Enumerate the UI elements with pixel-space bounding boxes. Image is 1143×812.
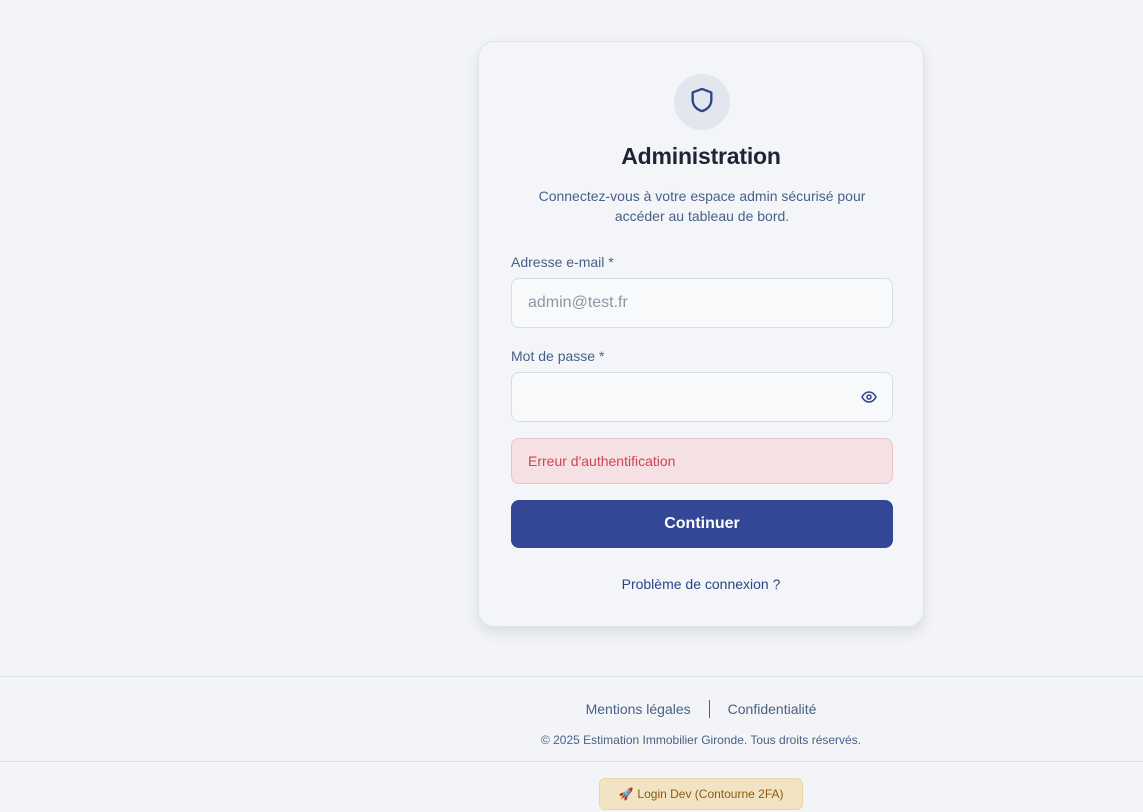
copyright-text: © 2025 Estimation Immobilier Gironde. To… bbox=[540, 733, 862, 747]
error-alert: Erreur d'authentification bbox=[511, 438, 893, 484]
legal-link[interactable]: Mentions légales bbox=[586, 701, 691, 717]
email-input[interactable] bbox=[511, 278, 893, 328]
rocket-icon: 🚀 bbox=[618, 787, 634, 801]
footer-separator bbox=[708, 700, 710, 718]
password-label: Mot de passe * bbox=[511, 348, 605, 364]
login-card: Administration Connectez-vous à votre es… bbox=[478, 41, 924, 627]
dev-login-label: Login Dev (Contourne 2FA) bbox=[637, 787, 784, 801]
dev-login-button[interactable]: 🚀 Login Dev (Contourne 2FA) bbox=[599, 778, 803, 810]
footer-divider-bottom bbox=[0, 761, 1143, 762]
shield-badge bbox=[674, 74, 730, 130]
password-input[interactable] bbox=[511, 372, 893, 422]
continue-button[interactable]: Continuer bbox=[511, 500, 893, 548]
page-subtitle: Connectez-vous à votre espace admin sécu… bbox=[538, 188, 866, 224]
error-message: Erreur d'authentification bbox=[528, 453, 676, 469]
eye-icon[interactable] bbox=[858, 388, 880, 406]
footer-divider-top bbox=[0, 676, 1143, 677]
page-title: Administration bbox=[621, 143, 781, 169]
footer-links: Mentions légales Confidentialité bbox=[0, 700, 1143, 718]
privacy-link[interactable]: Confidentialité bbox=[728, 701, 817, 717]
email-label: Adresse e-mail * bbox=[511, 254, 614, 270]
trouble-link[interactable]: Problème de connexion ? bbox=[479, 576, 923, 592]
shield-icon bbox=[688, 86, 716, 119]
